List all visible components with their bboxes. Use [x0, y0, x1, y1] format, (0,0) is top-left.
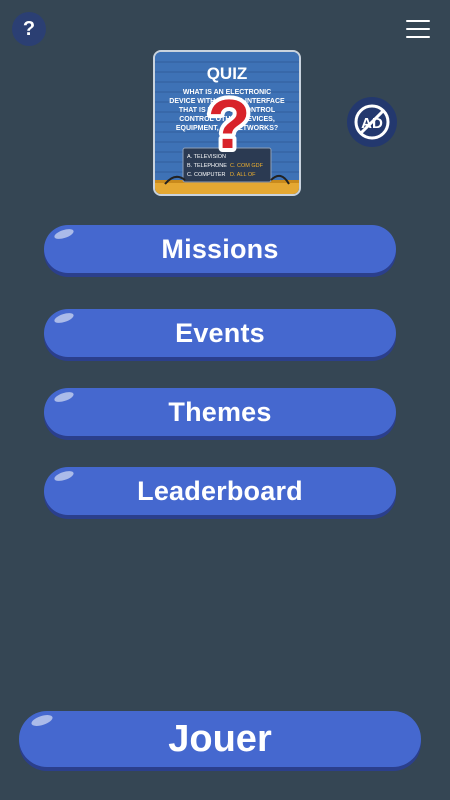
leaderboard-button[interactable]: Leaderboard — [44, 467, 396, 515]
logo-title: QUIZ — [207, 64, 248, 83]
play-button[interactable]: Jouer — [19, 711, 421, 767]
logo-answer-c: C. COMPUTER — [187, 172, 226, 178]
logo-answer-b: B. TELEPHONE — [187, 163, 227, 169]
help-button[interactable]: ? — [12, 12, 46, 46]
hamburger-icon-line — [406, 36, 430, 38]
themes-button[interactable]: Themes — [44, 388, 396, 436]
events-button[interactable]: Events — [44, 309, 396, 357]
logo-answer-d: D. ALL OF — [230, 172, 256, 178]
button-shine — [30, 712, 54, 729]
hamburger-menu-button[interactable] — [406, 20, 430, 40]
missions-button[interactable]: Missions — [44, 225, 396, 273]
play-label: Jouer — [168, 717, 272, 760]
remove-ads-button[interactable]: AD — [347, 97, 397, 147]
themes-label: Themes — [168, 396, 272, 427]
button-shine — [53, 311, 75, 325]
no-ads-icon: AD — [354, 104, 390, 140]
red-question-mark-icon: ? ? — [204, 81, 255, 167]
svg-text:?: ? — [208, 85, 251, 163]
button-shine — [53, 469, 75, 483]
leaderboard-label: Leaderboard — [137, 475, 303, 506]
events-label: Events — [175, 317, 265, 348]
quiz-logo-art: QUIZ WHAT IS AN ELECTRONIC DEVICE WITH A… — [155, 52, 299, 194]
button-shine — [53, 227, 75, 241]
hamburger-icon-line — [406, 28, 430, 30]
question-icon: ? — [22, 18, 36, 40]
missions-label: Missions — [161, 233, 279, 264]
button-shine — [53, 390, 75, 404]
quiz-logo: QUIZ WHAT IS AN ELECTRONIC DEVICE WITH A… — [153, 50, 301, 196]
logo-answer-c2: C. COM GDF — [230, 163, 264, 169]
hamburger-icon — [406, 20, 430, 22]
